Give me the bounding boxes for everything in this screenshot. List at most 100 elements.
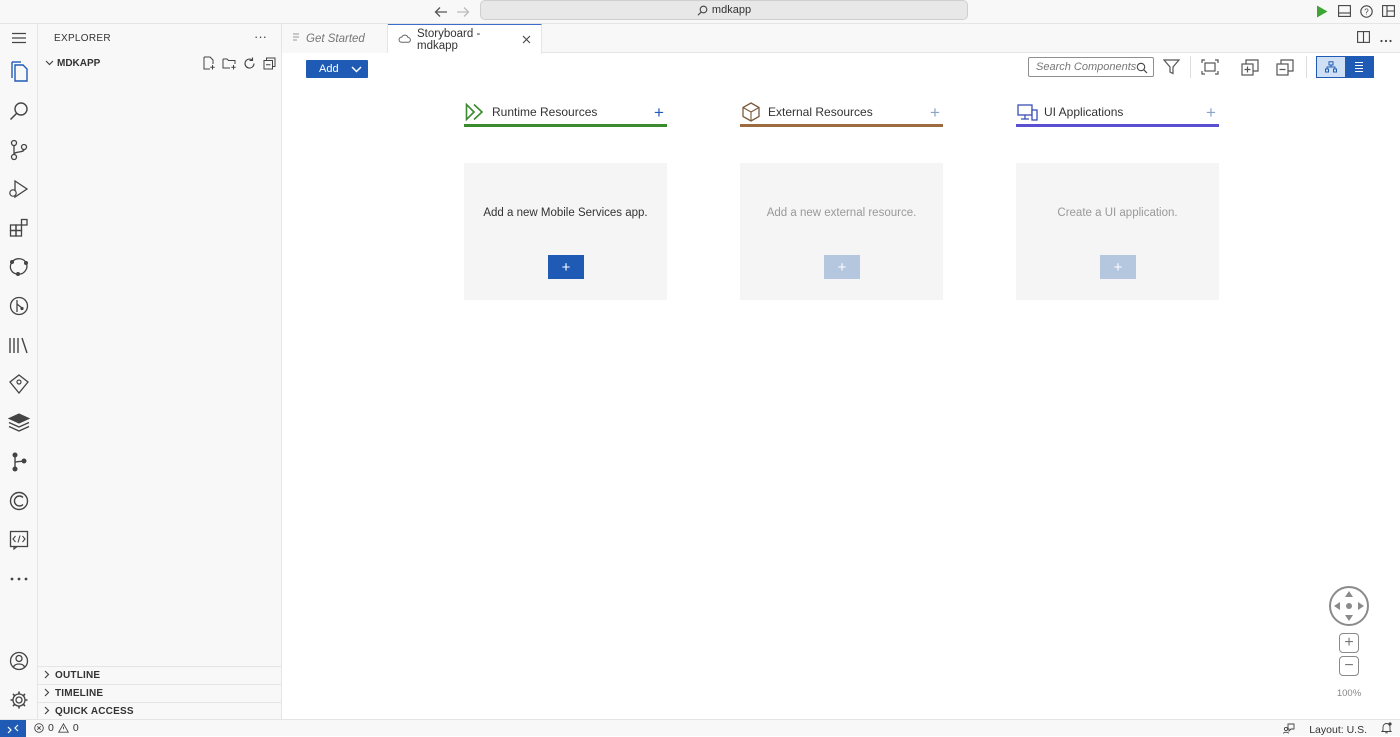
tab-label: Storyboard - mdkapp	[417, 27, 481, 52]
column-header-runtime-resources: Runtime Resources +	[464, 100, 667, 127]
warning-count: 0	[72, 722, 79, 734]
layers-icon[interactable]	[7, 411, 31, 435]
search-components-field[interactable]	[1028, 57, 1154, 77]
cloud-icon	[398, 34, 411, 46]
external-resources-cube-icon	[740, 101, 762, 123]
menu-icon[interactable]	[7, 26, 31, 50]
ui-applications-devices-icon	[1016, 101, 1038, 123]
workflow-icon[interactable]	[7, 450, 31, 474]
help-icon[interactable]: ?	[1358, 3, 1374, 19]
problems-indicator[interactable]: 0 0	[34, 722, 79, 734]
remote-icon	[7, 724, 19, 733]
new-folder-icon[interactable]	[221, 55, 237, 71]
toolbar-divider	[1306, 56, 1307, 78]
add-label: Add	[319, 63, 339, 75]
error-count: 0	[48, 722, 54, 734]
column-title: Runtime Resources	[492, 105, 598, 119]
zoom-level: 100%	[1336, 688, 1362, 699]
error-icon	[34, 723, 44, 733]
search-icon	[697, 5, 708, 16]
keyboard-layout[interactable]: Layout: U.S.	[1309, 724, 1367, 736]
editor-more-icon[interactable]	[1380, 30, 1392, 48]
explorer-sidebar: EXPLORER ··· MDKAPP OUTLINE TIMELINE QUI…	[38, 24, 282, 719]
search-components-input[interactable]	[1036, 61, 1136, 73]
quick-access-section[interactable]: QUICK ACCESS	[38, 702, 282, 720]
chevron-down-icon	[41, 58, 57, 69]
external-resources-card: Add a new external resource. +	[740, 163, 943, 300]
add-external-resource-icon[interactable]: +	[927, 104, 943, 121]
editor-tab-bar: Get Started Storyboard - mdkapp	[282, 24, 1400, 54]
add-runtime-resource-icon[interactable]: +	[651, 104, 667, 121]
column-title: UI Applications	[1044, 105, 1124, 119]
extensions-icon[interactable]	[7, 216, 31, 240]
close-tab-icon[interactable]	[522, 32, 531, 47]
svg-text:?: ?	[1364, 7, 1369, 16]
title-bar: mdkapp ?	[0, 0, 1400, 24]
split-editor-icon[interactable]	[1357, 30, 1370, 48]
account-icon[interactable]	[7, 649, 31, 673]
command-center[interactable]: mdkapp	[480, 0, 968, 20]
pan-navigation-pad[interactable]	[1329, 586, 1369, 626]
fit-to-screen-icon[interactable]	[1199, 57, 1221, 77]
card-message: Add a new external resource.	[766, 207, 917, 219]
chevron-right-icon	[39, 688, 55, 700]
create-ui-application-button[interactable]: +	[1100, 255, 1136, 279]
remote-indicator[interactable]	[0, 720, 26, 737]
new-file-icon[interactable]	[201, 55, 217, 71]
remote-explorer-icon[interactable]	[7, 255, 31, 279]
filter-icon[interactable]	[1160, 57, 1182, 77]
status-bar: 0 0 Layout: U.S.	[0, 719, 1400, 737]
git-graph-icon[interactable]	[7, 294, 31, 318]
add-dropdown-button[interactable]: Add	[306, 60, 368, 78]
back-arrow-icon[interactable]	[432, 3, 450, 21]
chevron-down-icon	[346, 65, 366, 73]
tab-file-icon	[292, 32, 300, 45]
run-icon[interactable]	[1314, 3, 1330, 19]
tab-get-started[interactable]: Get Started	[282, 24, 388, 53]
view-mode-toggle	[1316, 56, 1374, 78]
warning-icon	[57, 723, 69, 733]
search-icon	[1136, 61, 1148, 79]
command-center-label: mdkapp	[711, 4, 752, 16]
settings-gear-icon[interactable]	[7, 688, 31, 712]
toggle-panel-icon[interactable]	[1336, 3, 1352, 19]
diagram-view-icon[interactable]	[1317, 57, 1345, 77]
library-icon[interactable]	[7, 333, 31, 357]
forward-arrow-icon[interactable]	[454, 3, 472, 21]
add-ui-application-icon[interactable]: +	[1203, 104, 1219, 121]
tab-storyboard[interactable]: Storyboard - mdkapp	[388, 24, 542, 54]
workspace-folder-name: MDKAPP	[57, 57, 101, 69]
source-control-icon[interactable]	[7, 138, 31, 162]
ui-applications-card: Create a UI application. +	[1016, 163, 1219, 300]
gem-icon[interactable]	[7, 372, 31, 396]
column-header-ui-applications: UI Applications +	[1016, 100, 1219, 127]
customize-layout-icon[interactable]	[1380, 3, 1396, 19]
explorer-icon[interactable]	[7, 60, 31, 84]
activity-bar	[0, 24, 38, 719]
chevron-right-icon	[39, 706, 55, 718]
list-view-icon[interactable]	[1345, 57, 1373, 77]
add-external-resource-button[interactable]: +	[824, 255, 860, 279]
add-mobile-services-app-button[interactable]: +	[548, 255, 584, 279]
zoom-out-button[interactable]: −	[1339, 656, 1359, 676]
sidebar-more-button[interactable]: ···	[254, 29, 267, 44]
collapse-all-icon[interactable]	[261, 55, 277, 71]
column-title: External Resources	[768, 105, 873, 119]
expand-all-icon[interactable]	[1239, 57, 1261, 77]
notifications-bell-icon[interactable]	[1380, 722, 1393, 737]
card-message: Create a UI application.	[1057, 207, 1178, 219]
search-icon[interactable]	[7, 99, 31, 123]
zoom-in-button[interactable]: +	[1339, 633, 1359, 653]
copilot-icon[interactable]	[7, 489, 31, 513]
feedback-icon[interactable]	[1283, 723, 1295, 737]
run-debug-icon[interactable]	[7, 177, 31, 201]
more-icon[interactable]	[7, 567, 31, 591]
code-review-icon[interactable]	[7, 528, 31, 552]
chevron-right-icon	[39, 670, 55, 682]
sidebar-title: EXPLORER	[54, 33, 111, 44]
outline-section[interactable]: OUTLINE	[38, 666, 282, 684]
collapse-all-icon[interactable]	[1274, 57, 1296, 77]
quick-access-label: QUICK ACCESS	[55, 706, 134, 717]
timeline-section[interactable]: TIMELINE	[38, 684, 282, 702]
refresh-icon[interactable]	[241, 55, 257, 71]
